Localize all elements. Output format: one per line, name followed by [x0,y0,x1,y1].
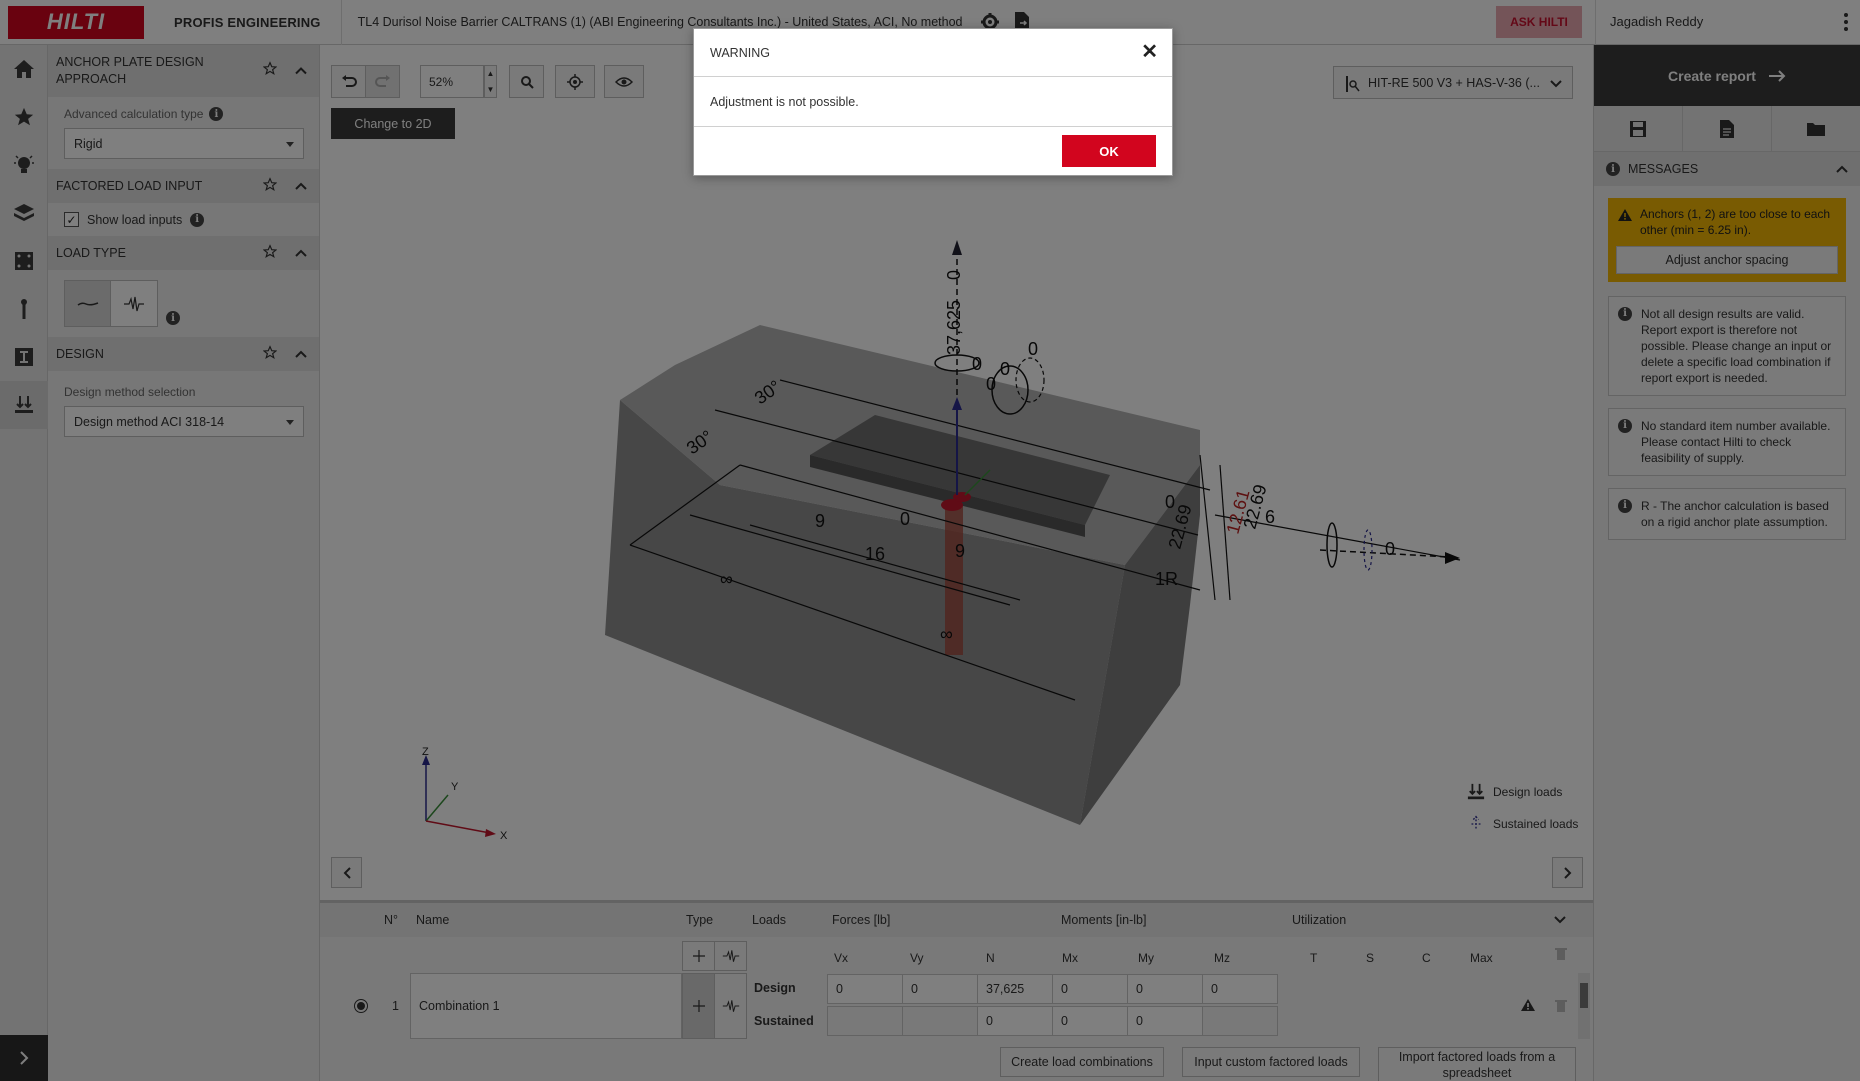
warning-dialog: WARNING ✕ Adjustment is not possible. OK [693,28,1173,176]
dialog-header: WARNING ✕ [694,29,1172,77]
dialog-message: Adjustment is not possible. [694,77,1172,127]
dialog-title: WARNING [710,45,770,60]
ok-button[interactable]: OK [1062,135,1156,167]
close-icon[interactable]: ✕ [1141,42,1158,62]
